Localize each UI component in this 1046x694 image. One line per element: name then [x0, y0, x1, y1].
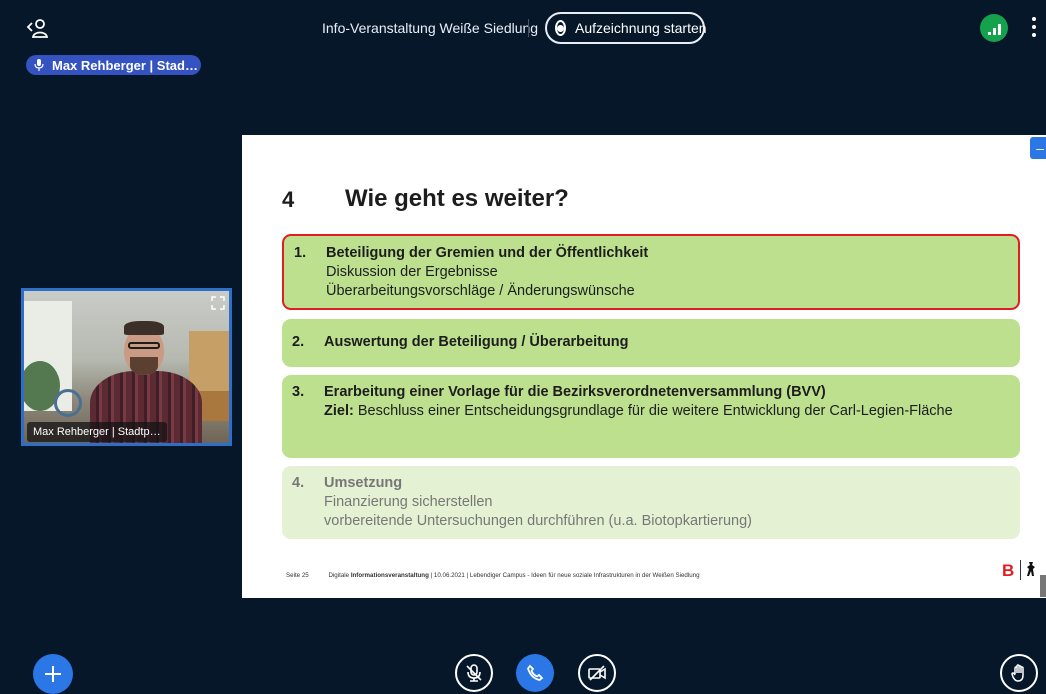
item-goal: Ziel: Beschluss einer Entscheidungsgrund… — [282, 402, 1020, 421]
item-number: 4. — [292, 475, 305, 491]
talking-indicator[interactable]: Max Rehberger | Stad… — [26, 55, 201, 75]
item-line: vorbereitende Untersuchungen durchführen… — [324, 513, 753, 529]
footer-prefix: Digitale — [328, 572, 351, 579]
berlin-logo: B — [1002, 561, 1015, 580]
item-title: Beteiligung der Gremien und der Öffentli… — [326, 245, 649, 261]
item-number: 1. — [294, 245, 307, 261]
slide-heading: Wie geht es weiter? — [345, 185, 569, 212]
webcam-video[interactable]: Max Rehberger | Stadtp… — [21, 288, 232, 446]
record-button[interactable]: Aufzeichnung starten — [545, 12, 707, 44]
more-options-icon — [1032, 17, 1036, 37]
microphone-icon — [34, 59, 44, 71]
share-webcam-button[interactable] — [578, 654, 616, 692]
logo-divider — [1020, 560, 1021, 580]
video-off-icon — [588, 665, 606, 681]
slide-item-4: 4. Umsetzung Finanzierung sicherstellen … — [282, 466, 1020, 539]
users-icon — [26, 19, 49, 38]
goal-text: Beschluss einer Entscheidungsgrundlage f… — [357, 403, 953, 419]
muted-microphone-icon — [466, 664, 482, 682]
slide-scrollbar[interactable] — [1040, 575, 1046, 597]
bear-icon — [1026, 561, 1036, 577]
item-number: 3. — [292, 384, 305, 400]
item-number: 2. — [292, 334, 305, 350]
item-title: Umsetzung — [324, 475, 403, 491]
connection-status-button[interactable] — [980, 14, 1008, 42]
footer-rest: | 10.06.2021 | Lebendiger Campus - Ideen… — [428, 572, 700, 579]
slide-item-3: 3. Erarbeitung einer Vorlage für die Bez… — [282, 375, 1020, 458]
raise-hand-button[interactable] — [1000, 654, 1038, 692]
item-title: Auswertung der Beteiligung / Überarbeitu… — [324, 334, 629, 350]
slide-section-number: 4 — [282, 187, 295, 212]
meeting-title: Info-Veranstaltung Weiße Siedlung — [322, 20, 539, 36]
users-toggle-button[interactable] — [26, 16, 50, 40]
connection-status-icon — [987, 24, 1001, 35]
slide-page-number: Seite 25 — [286, 572, 309, 579]
more-options-button[interactable] — [1026, 17, 1042, 41]
minus-icon: – — [1036, 140, 1044, 156]
slide-item-1: 1. Beteiligung der Gremien und der Öffen… — [282, 234, 1020, 310]
webcam-user-label[interactable]: Max Rehberger | Stadtp… — [27, 422, 167, 442]
actions-button[interactable] — [33, 654, 73, 694]
title-divider — [528, 19, 529, 37]
record-label: Aufzeichnung starten — [575, 20, 707, 36]
item-title: Erarbeitung einer Vorlage für die Bezirk… — [324, 384, 826, 400]
plus-icon — [45, 666, 61, 682]
phone-icon — [526, 664, 544, 681]
slide-footer: Seite 25 Digitale Informationsveranstalt… — [286, 572, 700, 579]
presentation-slide: 4 Wie geht es weiter? 1. Beteiligung der… — [242, 135, 1046, 598]
presentation-minimize-button[interactable]: – — [1030, 137, 1046, 159]
fullscreen-button[interactable] — [210, 295, 226, 311]
expand-icon — [211, 296, 225, 310]
record-icon — [555, 20, 566, 36]
unmute-button[interactable] — [455, 654, 493, 692]
slide-item-2: 2. Auswertung der Beteiligung / Überarbe… — [282, 319, 1020, 367]
item-line: Diskussion der Ergebnisse — [326, 264, 498, 280]
talker-name: Max Rehberger | Stad… — [52, 57, 198, 73]
raise-hand-icon — [1011, 664, 1024, 682]
item-line: Finanzierung sicherstellen — [324, 494, 493, 510]
leave-audio-button[interactable] — [516, 654, 554, 692]
goal-label: Ziel: — [324, 403, 354, 419]
footer-bold: Informationsveranstaltung — [350, 572, 429, 579]
item-line: Überarbeitungsvorschläge / Änderungswüns… — [326, 283, 635, 299]
